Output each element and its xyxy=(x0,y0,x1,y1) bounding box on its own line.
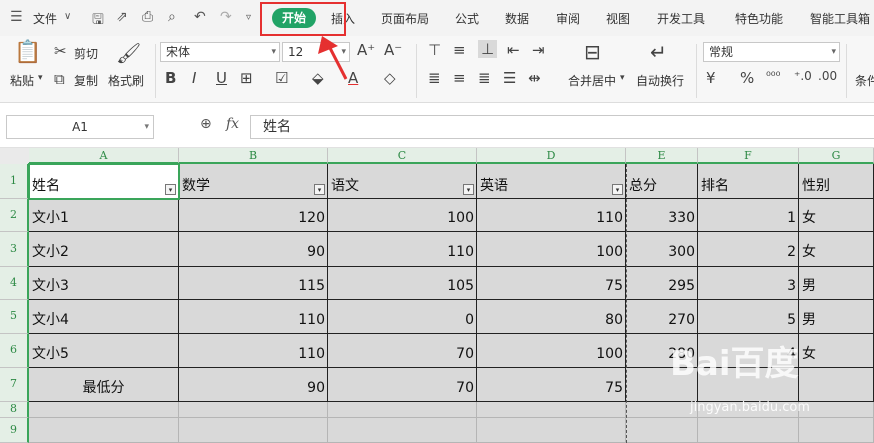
annotation-arrow xyxy=(318,36,348,80)
arrow-shaft xyxy=(328,47,348,80)
arrow-head xyxy=(318,36,338,54)
